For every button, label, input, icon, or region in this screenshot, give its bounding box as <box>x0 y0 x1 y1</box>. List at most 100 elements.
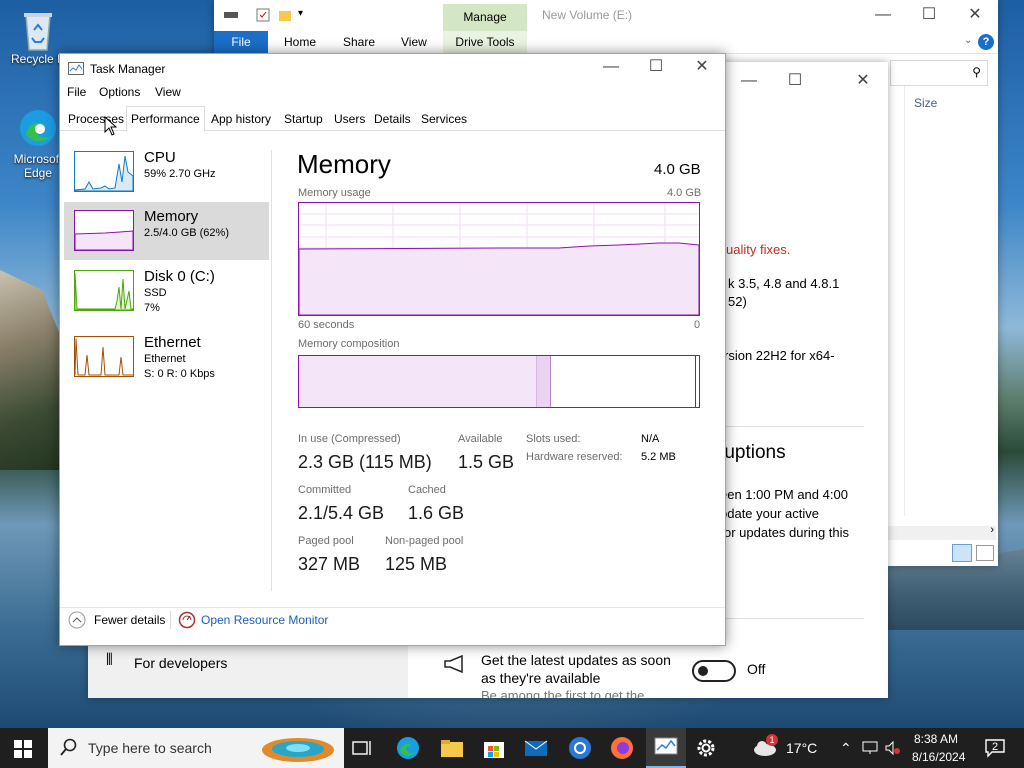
non-paged-pool-value: 125 MB <box>385 554 448 574</box>
tm-minimize-button[interactable]: — <box>588 52 634 82</box>
explorer-search-box[interactable]: ⚲ <box>890 60 988 86</box>
developers-icon: ⫴ <box>106 652 113 669</box>
properties-icon[interactable] <box>256 8 270 25</box>
ribbon-tab-file[interactable]: File <box>214 31 268 53</box>
firefox-taskbar-icon[interactable] <box>610 736 634 760</box>
menu-view[interactable]: View <box>155 85 181 99</box>
megaphone-icon <box>442 654 468 677</box>
tab-app-history[interactable]: App history <box>207 109 275 129</box>
in-use-label: In use (Compressed) <box>298 433 401 445</box>
clock-time[interactable]: 8:38 AM <box>914 732 958 746</box>
show-hidden-icons-chevron-icon[interactable]: ⌃ <box>840 740 852 757</box>
search-placeholder: Type here to search <box>88 740 212 756</box>
settings-gear-icon[interactable] <box>694 736 718 760</box>
task-manager-titlebar[interactable]: Task Manager — ☐ ✕ <box>60 54 725 84</box>
sidebar-item-cpu[interactable]: CPU 59% 2.70 GHz <box>64 143 269 201</box>
store-taskbar-icon[interactable] <box>482 736 506 760</box>
explorer-maximize-button[interactable]: ☐ <box>906 0 952 30</box>
help-icon[interactable]: ? <box>978 34 994 50</box>
committed-label: Committed <box>298 484 352 496</box>
task-manager-icon <box>68 62 84 79</box>
column-header-size[interactable]: Size <box>914 96 937 110</box>
sidebar-item-ethernet[interactable]: Ethernet Ethernet S: 0 R: 0 Kbps <box>64 328 269 386</box>
explorer-minimize-button[interactable]: — <box>860 0 906 30</box>
manage-tab[interactable]: Manage <box>443 4 527 31</box>
resource-monitor-icon[interactable] <box>178 611 196 632</box>
update-quality-text: uality fixes. <box>726 242 791 257</box>
fewer-details-link[interactable]: Fewer details <box>94 613 165 627</box>
volume-muted-icon[interactable] <box>884 740 902 759</box>
quick-access-dropdown-icon[interactable]: ▾ <box>298 8 303 19</box>
chrome-taskbar-icon[interactable] <box>568 736 592 760</box>
latest-updates-text-1: Get the latest updates as soon <box>481 652 671 668</box>
composition-in-use <box>299 356 537 407</box>
explorer-titlebar: ▾ Manage New Volume (E:) — ☐ ✕ <box>214 0 998 31</box>
clock-date[interactable]: 8/16/2024 <box>912 750 965 764</box>
search-highlight-image-icon <box>260 732 336 767</box>
menu-options[interactable]: Options <box>99 85 140 99</box>
interruptions-heading: ruptions <box>718 442 786 463</box>
paged-pool-value: 327 MB <box>298 554 361 574</box>
sidebar-item-disk[interactable]: Disk 0 (C:) SSD 7% <box>64 262 269 320</box>
sidebar-disk-usage: 7% <box>144 302 160 314</box>
new-folder-icon[interactable] <box>278 8 292 25</box>
tab-performance[interactable]: Performance <box>126 106 205 132</box>
edge-icon <box>18 108 58 148</box>
ribbon-expand-icon[interactable]: ⌄ <box>964 35 972 46</box>
ribbon-tab-home[interactable]: Home <box>272 31 328 53</box>
cpu-thumbnail-graph <box>74 151 134 192</box>
memory-composition-bar <box>298 355 700 408</box>
mouse-cursor-icon <box>104 115 118 139</box>
settings-minimize-button[interactable]: — <box>726 66 772 96</box>
tab-details[interactable]: Details <box>370 109 415 129</box>
task-view-icon[interactable] <box>350 736 374 760</box>
weather-temperature[interactable]: 17°C <box>786 740 817 756</box>
task-manager-title: Task Manager <box>90 62 166 76</box>
large-icons-view-icon[interactable] <box>976 545 994 561</box>
mail-taskbar-icon[interactable] <box>524 736 548 760</box>
tab-processes[interactable]: Processes <box>64 109 128 129</box>
tm-maximize-button[interactable]: ☐ <box>633 52 679 82</box>
sidebar-ethernet-name: Ethernet <box>144 334 201 351</box>
menu-file[interactable]: File <box>67 85 86 99</box>
start-button-windows-icon[interactable] <box>14 740 32 761</box>
ethernet-thumbnail-graph <box>74 336 134 377</box>
sidebar-ethernet-adapter: Ethernet <box>144 353 186 365</box>
settings-close-button[interactable]: ✕ <box>840 66 886 96</box>
detail-total: 4.0 GB <box>654 161 701 178</box>
taskbar-search-box[interactable]: Type here to search <box>48 728 344 768</box>
toggle-state-label: Off <box>747 661 766 677</box>
composition-free-edge <box>695 356 696 407</box>
drive-icon <box>224 8 238 18</box>
slots-used-value: N/A <box>641 433 660 445</box>
settings-divider-2 <box>708 618 864 619</box>
footer-divider <box>60 607 725 608</box>
file-explorer-taskbar-icon[interactable] <box>440 736 464 760</box>
scroll-right-icon[interactable]: › <box>990 524 994 536</box>
paged-pool-label: Paged pool <box>298 535 354 547</box>
ribbon-tab-view[interactable]: View <box>389 31 439 53</box>
explorer-hscrollbar[interactable]: › <box>886 524 996 540</box>
task-manager-window: Task Manager — ☐ ✕ File Options View Pro… <box>59 53 726 646</box>
tab-users[interactable]: Users <box>330 109 369 129</box>
fewer-details-chevron-icon[interactable] <box>68 611 86 632</box>
committed-value: 2.1/5.4 GB <box>298 503 385 523</box>
task-manager-taskbar-icon <box>654 736 678 761</box>
tab-startup[interactable]: Startup <box>280 109 327 129</box>
drive-tools-tab[interactable]: Drive Tools <box>443 31 527 53</box>
latest-updates-toggle[interactable] <box>692 660 736 682</box>
edge-taskbar-icon[interactable] <box>396 736 420 760</box>
sidebar-item-memory[interactable]: Memory 2.5/4.0 GB (62%) <box>64 202 269 260</box>
open-resource-monitor-link[interactable]: Open Resource Monitor <box>201 613 328 627</box>
task-manager-taskbar-button[interactable] <box>646 728 686 768</box>
tab-services[interactable]: Services <box>417 109 471 129</box>
interruptions-text-3: or updates during this <box>724 525 850 540</box>
tm-close-button[interactable]: ✕ <box>679 52 725 82</box>
weather-badge: 1 <box>766 734 778 746</box>
details-view-icon[interactable] <box>952 544 972 562</box>
network-icon[interactable] <box>862 740 880 759</box>
tab-strip: Processes Performance App history Startu… <box>60 106 725 132</box>
settings-maximize-button[interactable]: ☐ <box>772 66 818 96</box>
explorer-close-button[interactable]: ✕ <box>952 0 998 30</box>
ribbon-tab-share[interactable]: Share <box>331 31 387 53</box>
